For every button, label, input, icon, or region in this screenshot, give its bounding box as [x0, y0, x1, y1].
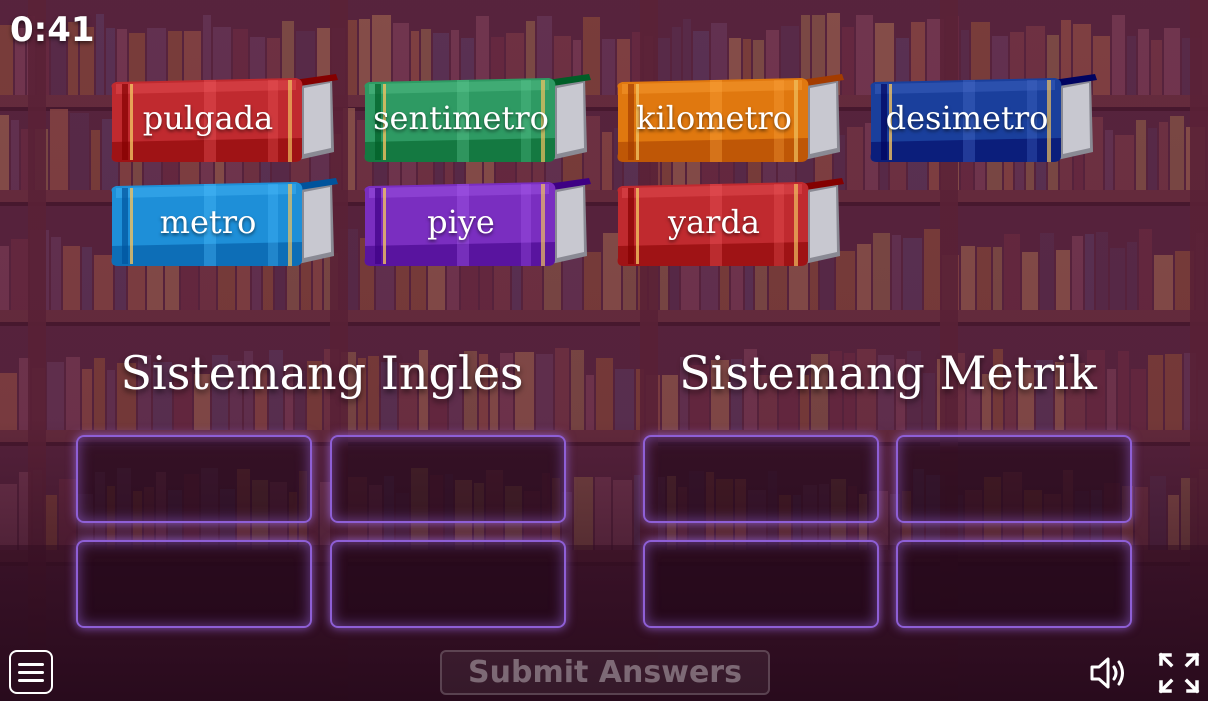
book-label: pulgada: [142, 99, 274, 137]
draggable-book-metro[interactable]: metro: [108, 176, 340, 268]
hamburger-menu-icon: [18, 662, 44, 666]
book-label: piye: [427, 203, 495, 241]
fullscreen-expand-icon: [1158, 652, 1200, 694]
drop-slot-metrik-1[interactable]: [643, 435, 879, 523]
group-title-sistemang-ingles: Sistemang Ingles: [120, 346, 524, 400]
drop-slot-ingles-3[interactable]: [76, 540, 312, 628]
draggable-book-kilometro[interactable]: kilometro: [614, 72, 846, 164]
draggable-book-desimetro[interactable]: desimetro: [867, 72, 1099, 164]
hamburger-menu-icon-line: [18, 678, 44, 682]
submit-answers-button[interactable]: Submit Answers: [440, 650, 770, 695]
fullscreen-button[interactable]: [1156, 650, 1202, 696]
menu-button[interactable]: [9, 650, 53, 694]
drop-slot-metrik-4[interactable]: [896, 540, 1132, 628]
drop-slot-ingles-1[interactable]: [76, 435, 312, 523]
speaker-volume-icon: [1090, 657, 1124, 689]
book-label: kilometro: [636, 99, 792, 137]
book-label: metro: [159, 203, 257, 241]
drop-slot-ingles-2[interactable]: [330, 435, 566, 523]
hamburger-menu-icon-line: [18, 670, 44, 674]
draggable-book-yarda[interactable]: yarda: [614, 176, 846, 268]
draggable-book-piye[interactable]: piye: [361, 176, 593, 268]
book-label: yarda: [667, 203, 760, 241]
book-label: sentimetro: [373, 99, 549, 137]
drop-slot-metrik-3[interactable]: [643, 540, 879, 628]
draggable-book-pulgada[interactable]: pulgada: [108, 72, 340, 164]
countdown-timer: 0:41: [10, 10, 95, 50]
drop-slot-ingles-4[interactable]: [330, 540, 566, 628]
group-title-sistemang-metrik: Sistemang Metrik: [679, 346, 1097, 400]
draggable-book-sentimetro[interactable]: sentimetro: [361, 72, 593, 164]
sound-button[interactable]: [1086, 650, 1132, 696]
drop-slot-metrik-2[interactable]: [896, 435, 1132, 523]
game-stage: 0:41 pulgada sentimetro kilometro desime…: [0, 0, 1208, 701]
book-label: desimetro: [885, 99, 1049, 137]
